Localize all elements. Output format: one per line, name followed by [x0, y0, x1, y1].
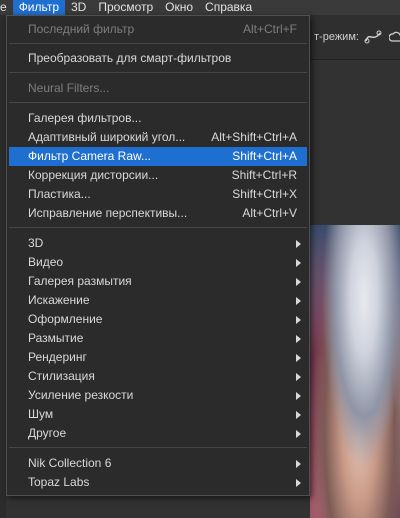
menu-item-label: Искажение — [28, 293, 90, 307]
menu-item-shortcut: Shift+Ctrl+X — [232, 187, 297, 201]
chevron-right-icon — [296, 460, 301, 468]
chevron-right-icon — [296, 316, 301, 324]
menu-item-label: Шум — [28, 407, 54, 421]
document-canvas-image — [310, 225, 400, 518]
menu-bar: е Фильтр 3D Просмотр Окно Справка — [0, 0, 400, 15]
options-mode-label: т-режим: — [314, 31, 359, 43]
menu-item-liquify[interactable]: Пластика... Shift+Ctrl+X — [9, 185, 307, 204]
filter-menu: Последний фильтр Alt+Ctrl+F Преобразоват… — [6, 15, 310, 496]
options-bar: т-режим: — [310, 15, 400, 60]
chevron-right-icon — [296, 297, 301, 305]
menu-item-label: Стилизация — [28, 369, 95, 383]
menu-item-blur-gallery[interactable]: Галерея размытия — [9, 272, 307, 291]
menu-item-shortcut: Alt+Shift+Ctrl+A — [211, 130, 297, 144]
menu-item-label: Адаптивный широкий угол... — [28, 130, 186, 144]
menu-item-convert-smart-filters[interactable]: Преобразовать для смарт-фильтров — [9, 49, 307, 68]
menu-item-video[interactable]: Видео — [9, 253, 307, 272]
menu-item-label: Галерея размытия — [28, 274, 132, 288]
menu-window[interactable]: Окно — [159, 0, 199, 15]
chevron-right-icon — [296, 240, 301, 248]
menu-item-label: Оформление — [28, 312, 103, 326]
menu-item-noise[interactable]: Шум — [9, 405, 307, 424]
chevron-right-icon — [296, 392, 301, 400]
menu-item-label: Фильтр Camera Raw... — [28, 149, 152, 163]
menu-item-neural-filters: Neural Filters... — [9, 79, 307, 98]
chevron-right-icon — [296, 479, 301, 487]
menu-separator — [9, 102, 307, 103]
menu-item-label: Последний фильтр — [28, 22, 135, 36]
warp-icon[interactable] — [364, 29, 382, 48]
chevron-right-icon — [296, 373, 301, 381]
chevron-right-icon — [296, 335, 301, 343]
menu-item-label: Nik Collection 6 — [28, 456, 112, 470]
menu-item-label: Пластика... — [28, 187, 91, 201]
menu-item-shortcut: Shift+Ctrl+A — [232, 149, 297, 163]
menu-item-nik-collection[interactable]: Nik Collection 6 — [9, 454, 307, 473]
chevron-right-icon — [296, 354, 301, 362]
menu-item-lens-correction[interactable]: Коррекция дисторсии... Shift+Ctrl+R — [9, 166, 307, 185]
menu-item-camera-raw-filter[interactable]: Фильтр Camera Raw... Shift+Ctrl+A — [9, 147, 307, 166]
menu-item-label: Другое — [28, 426, 67, 440]
menu-item-sharpen[interactable]: Усиление резкости — [9, 386, 307, 405]
menu-filter[interactable]: Фильтр — [12, 0, 65, 15]
menu-help[interactable]: Справка — [199, 0, 258, 15]
chevron-right-icon — [296, 278, 301, 286]
menu-item-render[interactable]: Рендеринг — [9, 348, 307, 367]
menu-separator — [9, 447, 307, 448]
menu-item-label: Рендеринг — [28, 350, 87, 364]
menu-item-last-filter: Последний фильтр Alt+Ctrl+F — [9, 20, 307, 39]
menu-item-blur[interactable]: Размытие — [9, 329, 307, 348]
menu-item-filter-gallery[interactable]: Галерея фильтров... — [9, 109, 307, 128]
menu-item-label: 3D — [28, 236, 44, 250]
menu-3d[interactable]: 3D — [65, 0, 92, 15]
menu-item-label: Галерея фильтров... — [28, 111, 142, 125]
menu-item-label: Исправление перспективы... — [28, 206, 188, 220]
menu-item-distort[interactable]: Искажение — [9, 291, 307, 310]
menu-separator — [9, 227, 307, 228]
menu-item-label: Усиление резкости — [28, 388, 134, 402]
menu-item-shortcut: Alt+Ctrl+F — [242, 22, 297, 36]
menu-edit-partial[interactable]: е — [0, 0, 13, 15]
menu-item-adaptive-wide-angle[interactable]: Адаптивный широкий угол... Alt+Shift+Ctr… — [9, 128, 307, 147]
menu-item-label: Topaz Labs — [28, 475, 90, 489]
chevron-right-icon — [296, 259, 301, 267]
menu-item-label: Neural Filters... — [28, 81, 110, 95]
menu-item-label: Видео — [28, 255, 64, 269]
menu-item-pixelate[interactable]: Оформление — [9, 310, 307, 329]
menu-item-3d[interactable]: 3D — [9, 234, 307, 253]
menu-item-stylize[interactable]: Стилизация — [9, 367, 307, 386]
menu-view[interactable]: Просмотр — [92, 0, 159, 15]
menu-item-label: Коррекция дисторсии... — [28, 168, 159, 182]
menu-item-other[interactable]: Другое — [9, 424, 307, 443]
chevron-right-icon — [296, 411, 301, 419]
menu-item-shortcut: Shift+Ctrl+R — [231, 168, 297, 182]
chevron-right-icon — [296, 430, 301, 438]
menu-item-shortcut: Alt+Ctrl+V — [242, 206, 297, 220]
menu-item-label: Преобразовать для смарт-фильтров — [28, 51, 232, 65]
menu-item-topaz-labs[interactable]: Topaz Labs — [9, 473, 307, 492]
cloud-icon[interactable] — [388, 29, 400, 48]
menu-separator — [9, 72, 307, 73]
menu-item-label: Размытие — [28, 331, 84, 345]
menu-item-vanishing-point[interactable]: Исправление перспективы... Alt+Ctrl+V — [9, 204, 307, 223]
menu-separator — [9, 43, 307, 44]
